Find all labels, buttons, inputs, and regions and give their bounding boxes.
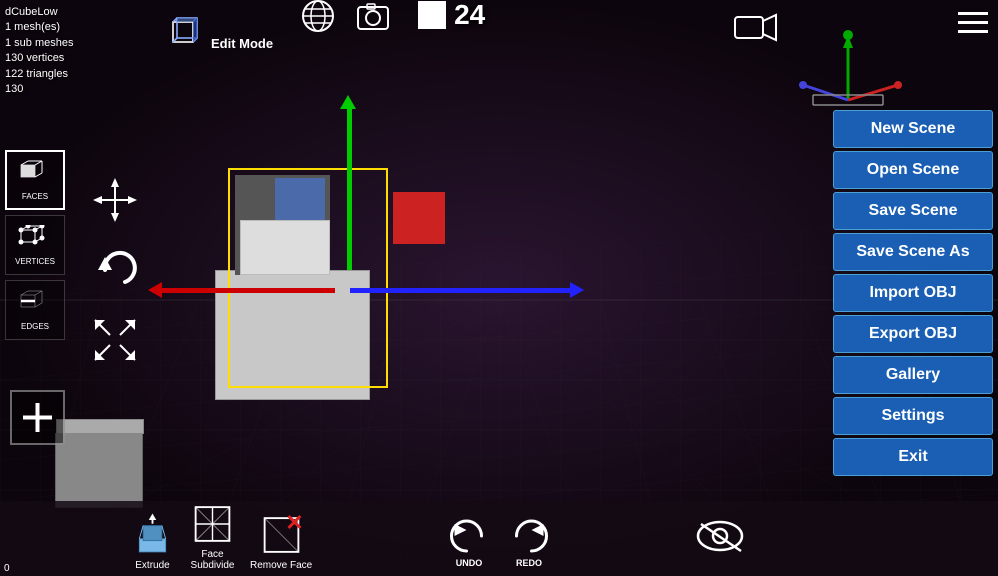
edges-label: EDGES <box>21 322 49 331</box>
mesh-count: 1 mesh(es) <box>5 20 73 35</box>
faces-label: FACES <box>22 192 48 201</box>
face-subdivide-icon <box>190 500 235 548</box>
undo-rotate-tool[interactable] <box>90 240 145 300</box>
green-y-axis <box>347 105 352 270</box>
blue-z-axis <box>350 288 570 293</box>
top-left-info: dCubeLow 1 mesh(es) 1 sub meshes 130 ver… <box>5 5 73 97</box>
move-icon <box>90 175 140 225</box>
remove-face-tool[interactable]: ✕ Remove Face <box>250 512 312 571</box>
open-scene-button[interactable]: Open Scene <box>833 151 993 189</box>
undo-button[interactable]: UNDO <box>447 516 492 568</box>
mesh-cube-icon <box>165 5 205 55</box>
hamburger-menu[interactable] <box>953 5 993 40</box>
eye-icon <box>693 516 748 556</box>
edges-tool[interactable]: EDGES <box>5 280 65 340</box>
scale-tool[interactable] <box>90 315 140 370</box>
settings-button[interactable]: Settings <box>833 397 993 435</box>
mesh-mode-button[interactable] <box>165 10 205 50</box>
extrude-icon <box>130 511 175 559</box>
remove-face-icon-container: ✕ <box>259 512 304 557</box>
green-y-arrow-head <box>340 95 356 109</box>
face-subdivide-tool[interactable]: FaceSubdivide <box>190 501 235 571</box>
viewport[interactable]: dCubeLow 1 mesh(es) 1 sub meshes 130 ver… <box>0 0 998 576</box>
small-cube-top <box>56 419 144 434</box>
undo-redo-controls: UNDO REDO <box>447 516 552 568</box>
red-x-mark: ✕ <box>285 512 303 534</box>
extrude-icon-container <box>130 512 175 557</box>
photo-icon <box>354 0 392 35</box>
frame-square <box>418 1 446 29</box>
sub-meshes: 1 sub meshes <box>5 36 73 51</box>
vertices-tool[interactable]: VERTICES <box>5 215 65 275</box>
selection-outline <box>228 168 388 388</box>
globe-button[interactable] <box>298 0 338 36</box>
add-icon <box>20 400 55 435</box>
extra-count: 130 <box>5 82 73 97</box>
blue-z-arrow-head <box>570 282 584 298</box>
hide-show-button[interactable] <box>693 516 748 561</box>
hamburger-line-3 <box>958 30 988 33</box>
right-menu-panel: New Scene Open Scene Save Scene Save Sce… <box>833 110 998 476</box>
save-scene-as-button[interactable]: Save Scene As <box>833 233 993 271</box>
undo-rotate-icon <box>90 240 145 295</box>
bottom-toolbar: Extrude FaceSubdivide <box>0 501 998 576</box>
face-subdivide-label: FaceSubdivide <box>191 549 235 571</box>
triangles-count: 122 triangles <box>5 67 73 82</box>
undo-icon <box>447 516 492 556</box>
remove-face-label: Remove Face <box>250 560 312 571</box>
left-sidebar: FACES VERTICES <box>5 150 65 340</box>
edges-icon <box>18 290 53 320</box>
scale-icon <box>90 315 140 365</box>
photo-button[interactable] <box>353 0 393 36</box>
faces-icon <box>18 160 53 190</box>
extrude-tool[interactable]: Extrude <box>130 512 175 571</box>
exit-button[interactable]: Exit <box>833 438 993 476</box>
globe-icon <box>299 0 337 35</box>
counter-value: 0 <box>4 563 10 574</box>
faces-tool[interactable]: FACES <box>5 150 65 210</box>
hamburger-line-2 <box>958 21 988 24</box>
extrude-label: Extrude <box>135 560 169 571</box>
bottom-left-tools: Extrude FaceSubdivide <box>130 501 312 571</box>
vertices-count: 130 vertices <box>5 51 73 66</box>
red-cube <box>393 192 445 244</box>
edit-mode-label: Edit Mode <box>211 36 273 51</box>
red-x-arrow-head <box>148 282 162 298</box>
small-gray-cube <box>55 433 143 508</box>
axes-svg <box>788 30 908 120</box>
export-obj-button[interactable]: Export OBJ <box>833 315 993 353</box>
vertices-label: VERTICES <box>15 257 55 266</box>
object-name: dCubeLow <box>5 5 73 20</box>
move-tool[interactable] <box>90 175 140 230</box>
red-x-axis <box>160 288 335 293</box>
bottom-counter: 0 <box>0 561 14 576</box>
undo-label: UNDO <box>456 558 483 568</box>
redo-button[interactable]: REDO <box>507 516 552 568</box>
mode-toolbar: Edit Mode 24 <box>85 8 485 51</box>
hamburger-line-1 <box>958 12 988 15</box>
save-scene-button[interactable]: Save Scene <box>833 192 993 230</box>
gallery-button[interactable]: Gallery <box>833 356 993 394</box>
new-scene-button[interactable]: New Scene <box>833 110 993 148</box>
redo-label: REDO <box>516 558 542 568</box>
add-button[interactable] <box>10 390 65 445</box>
redo-icon <box>507 516 552 556</box>
camera-icon <box>733 10 778 45</box>
frame-number: 24 <box>454 0 485 31</box>
vertices-icon <box>18 225 53 255</box>
import-obj-button[interactable]: Import OBJ <box>833 274 993 312</box>
camera-button[interactable] <box>733 10 778 50</box>
face-subdivide-icon-container <box>190 501 235 546</box>
